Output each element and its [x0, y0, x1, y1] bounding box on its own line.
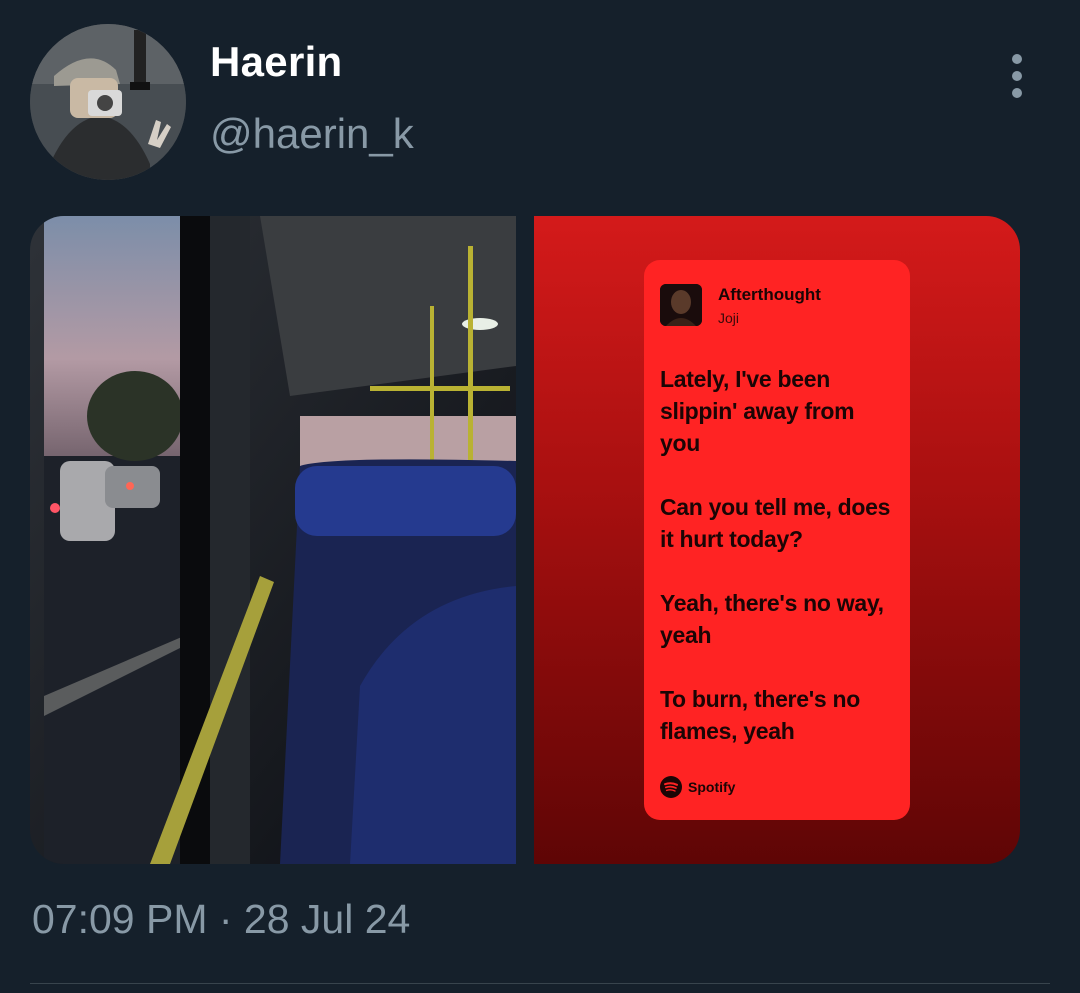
- tweet-media: Afterthought Joji Lately, I've been slip…: [30, 216, 1020, 864]
- avatar[interactable]: [30, 24, 186, 180]
- dot: [1012, 88, 1022, 98]
- vertical-ellipsis-icon[interactable]: [1000, 54, 1034, 98]
- lyrics-block: Lately, I've been slippin' away from you…: [660, 363, 900, 779]
- lyric-line: Lately, I've been slippin' away from you: [660, 366, 855, 456]
- spotify-icon: [660, 776, 682, 798]
- album-art: [660, 284, 702, 326]
- spotify-label: Spotify: [688, 779, 736, 795]
- display-name[interactable]: Haerin: [210, 38, 343, 86]
- dot: [1012, 54, 1022, 64]
- divider: [30, 983, 1050, 984]
- user-handle[interactable]: @haerin_k: [210, 110, 414, 158]
- bus-interior-photo[interactable]: [30, 216, 516, 864]
- lyric-line: Yeah, there's no way, yeah: [660, 590, 884, 648]
- song-title: Afterthought: [718, 285, 821, 304]
- lyric-line: Can you tell me, does it hurt today?: [660, 494, 891, 552]
- lyrics-card: Afterthought Joji Lately, I've been slip…: [644, 260, 910, 820]
- lyric-line: To burn, there's no flames, yeah: [660, 686, 860, 744]
- dot: [1012, 71, 1022, 81]
- tweet-timestamp[interactable]: 07:09 PM · 28 Jul 24: [32, 896, 410, 943]
- song-artist: Joji: [718, 310, 740, 326]
- lyrics-share-image[interactable]: Afterthought Joji Lately, I've been slip…: [534, 216, 1020, 864]
- spotify-brand: Spotify: [660, 776, 735, 798]
